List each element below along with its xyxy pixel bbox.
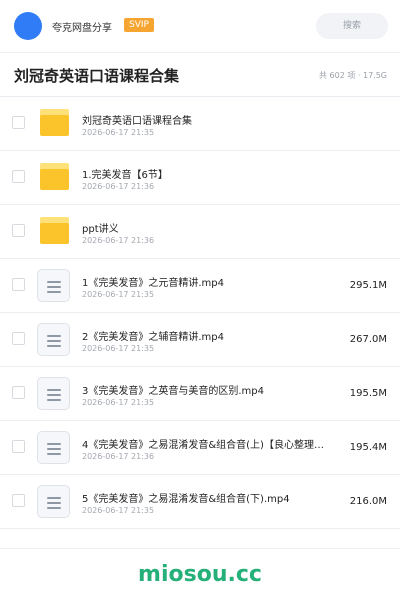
search-input[interactable]: 搜索	[316, 13, 388, 39]
svip-badge: SVIP	[124, 18, 154, 32]
user-avatar-icon[interactable]	[14, 12, 42, 40]
file-date: 2026-06-17 21:36	[82, 452, 155, 461]
file-name: 刘冠奇英语口语课程合集	[82, 116, 192, 127]
row-checkbox[interactable]	[12, 170, 25, 183]
file-date: 2026-06-17 21:35	[82, 398, 155, 407]
row-checkbox[interactable]	[12, 440, 25, 453]
file-name: ppt讲义	[82, 224, 119, 235]
document-icon	[37, 377, 70, 410]
row-checkbox[interactable]	[12, 332, 25, 345]
row-checkbox[interactable]	[12, 386, 25, 399]
file-name: 2《完美发音》之辅音精讲.mp4	[82, 332, 224, 343]
share-header: 刘冠奇英语口语课程合集 共 602 项 · 17.5G	[0, 53, 400, 97]
watermark-text: miosou.cc	[138, 562, 262, 587]
row-checkbox[interactable]	[12, 116, 25, 129]
document-icon	[37, 431, 70, 464]
file-row-folder[interactable]: 1.完美发音【6节】 2026-06-17 21:36	[0, 151, 400, 205]
file-date: 2026-06-17 21:35	[82, 128, 155, 137]
file-size: 295.1M	[349, 280, 387, 291]
file-row-video[interactable]: 2《完美发音》之辅音精讲.mp4 2026-06-17 21:35 267.0M	[0, 313, 400, 367]
folder-icon	[40, 109, 69, 136]
file-name: 3《完美发音》之英音与美音的区别.mp4	[82, 386, 264, 397]
top-bar: 夸克网盘分享 SVIP 搜索	[0, 0, 400, 52]
folder-icon	[40, 217, 69, 244]
file-name: 1《完美发音》之元音精讲.mp4	[82, 278, 224, 289]
file-name: 4《完美发音》之易混淆发音&组合音(上)【良心整理…	[82, 440, 324, 451]
file-row-folder[interactable]: ppt讲义 2026-06-17 21:36	[0, 205, 400, 259]
file-row-video[interactable]: 5《完美发音》之易混淆发音&组合音(下).mp4 2026-06-17 21:3…	[0, 475, 400, 529]
file-size: 195.5M	[349, 388, 387, 399]
document-icon	[37, 323, 70, 356]
file-date: 2026-06-17 21:35	[82, 506, 155, 515]
page-title: 刘冠奇英语口语课程合集	[14, 67, 180, 85]
share-summary: 共 602 项 · 17.5G	[319, 71, 387, 80]
file-name: 5《完美发音》之易混淆发音&组合音(下).mp4	[82, 494, 290, 505]
file-row-video[interactable]: 4《完美发音》之易混淆发音&组合音(上)【良心整理… 2026-06-17 21…	[0, 421, 400, 475]
file-date: 2026-06-17 21:35	[82, 290, 155, 299]
file-size: 267.0M	[349, 334, 387, 345]
row-checkbox[interactable]	[12, 278, 25, 291]
file-date: 2026-06-17 21:35	[82, 344, 155, 353]
file-size: 195.4M	[349, 442, 387, 453]
divider	[0, 548, 400, 549]
row-checkbox[interactable]	[12, 224, 25, 237]
file-size: 216.0M	[349, 496, 387, 507]
file-date: 2026-06-17 21:36	[82, 236, 155, 245]
file-row-folder[interactable]: 刘冠奇英语口语课程合集 2026-06-17 21:35	[0, 97, 400, 151]
file-row-video[interactable]: 3《完美发音》之英音与美音的区别.mp4 2026-06-17 21:35 19…	[0, 367, 400, 421]
file-date: 2026-06-17 21:36	[82, 182, 155, 191]
file-list: 刘冠奇英语口语课程合集 2026-06-17 21:35 1.完美发音【6节】 …	[0, 97, 400, 529]
document-icon	[37, 269, 70, 302]
document-icon	[37, 485, 70, 518]
file-row-video[interactable]: 1《完美发音》之元音精讲.mp4 2026-06-17 21:35 295.1M	[0, 259, 400, 313]
file-name: 1.完美发音【6节】	[82, 170, 168, 181]
row-checkbox[interactable]	[12, 494, 25, 507]
brand-name: 夸克网盘分享	[52, 23, 112, 34]
folder-icon	[40, 163, 69, 190]
